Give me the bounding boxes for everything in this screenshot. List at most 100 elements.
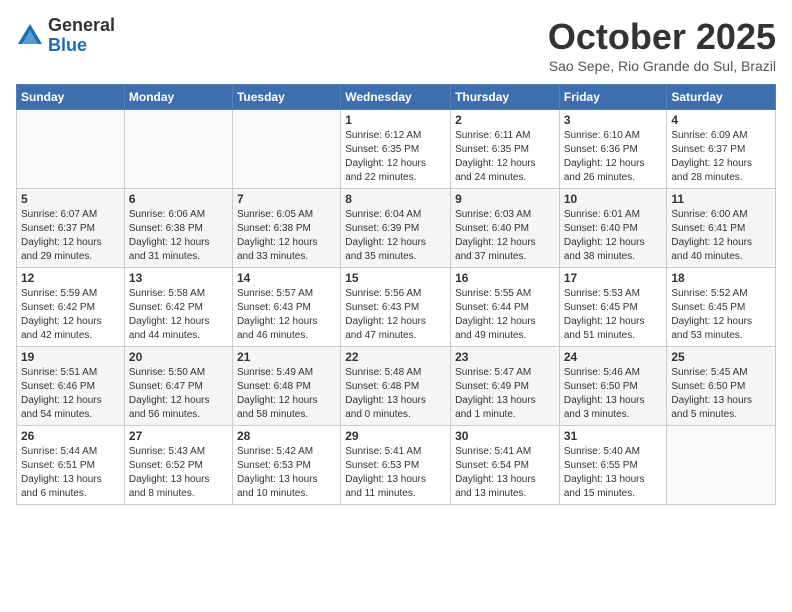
calendar-cell: 6 Sunrise: 6:06 AMSunset: 6:38 PMDaylight…	[124, 189, 232, 268]
calendar-cell: 24Sunrise: 5:46 AMSunset: 6:50 PMDayligh…	[559, 347, 667, 426]
calendar-cell: 10Sunrise: 6:01 AMSunset: 6:40 PMDayligh…	[559, 189, 667, 268]
calendar-table: SundayMondayTuesdayWednesdayThursdayFrid…	[16, 84, 776, 505]
page-header: General Blue October 2025 Sao Sepe, Rio …	[16, 16, 776, 74]
day-number: 6	[129, 192, 228, 206]
weekday-header: Saturday	[667, 85, 776, 110]
day-number: 21	[237, 350, 336, 364]
cell-content: Sunrise: 6:04 AMSunset: 6:39 PMDaylight:…	[345, 208, 446, 264]
day-number: 11	[671, 192, 771, 206]
day-number: 18	[671, 271, 771, 285]
day-number: 26	[21, 429, 120, 443]
logo: General Blue	[16, 16, 115, 56]
day-number: 12	[21, 271, 120, 285]
calendar-cell: 12Sunrise: 5:59 AMSunset: 6:42 PMDayligh…	[17, 268, 125, 347]
calendar-cell: 30Sunrise: 5:41 AMSunset: 6:54 PMDayligh…	[451, 426, 560, 505]
day-number: 28	[237, 429, 336, 443]
cell-content: Sunrise: 5:51 AMSunset: 6:46 PMDaylight:…	[21, 366, 120, 422]
cell-content: Sunrise: 6:03 AMSunset: 6:40 PMDaylight:…	[455, 208, 555, 264]
calendar-cell: 9 Sunrise: 6:03 AMSunset: 6:40 PMDaylight…	[451, 189, 560, 268]
day-number: 27	[129, 429, 228, 443]
logo-text: General Blue	[48, 16, 115, 56]
calendar-cell: 7 Sunrise: 6:05 AMSunset: 6:38 PMDaylight…	[232, 189, 340, 268]
calendar-cell: 5 Sunrise: 6:07 AMSunset: 6:37 PMDaylight…	[17, 189, 125, 268]
calendar-cell: 22 Sunrise: 5:48 AMSunset: 6:48 PMDayligh…	[341, 347, 451, 426]
calendar-cell: 2 Sunrise: 6:11 AMSunset: 6:35 PMDaylight…	[451, 110, 560, 189]
cell-content: Sunrise: 5:40 AMSunset: 6:55 PMDaylight:…	[564, 445, 663, 501]
weekday-header: Monday	[124, 85, 232, 110]
day-number: 13	[129, 271, 228, 285]
weekday-header: Tuesday	[232, 85, 340, 110]
calendar-cell: 17 Sunrise: 5:53 AMSunset: 6:45 PMDayligh…	[559, 268, 667, 347]
cell-content: Sunrise: 5:52 AMSunset: 6:45 PMDaylight:…	[671, 287, 771, 343]
location: Sao Sepe, Rio Grande do Sul, Brazil	[548, 58, 776, 74]
cell-content: Sunrise: 5:49 AMSunset: 6:48 PMDaylight:…	[237, 366, 336, 422]
cell-content: Sunrise: 5:56 AMSunset: 6:43 PMDaylight:…	[345, 287, 446, 343]
calendar-cell: 29 Sunrise: 5:41 AMSunset: 6:53 PMDayligh…	[341, 426, 451, 505]
cell-content: Sunrise: 5:53 AMSunset: 6:45 PMDaylight:…	[564, 287, 663, 343]
cell-content: Sunrise: 6:07 AMSunset: 6:37 PMDaylight:…	[21, 208, 120, 264]
calendar-cell	[124, 110, 232, 189]
cell-content: Sunrise: 5:41 AMSunset: 6:53 PMDaylight:…	[345, 445, 446, 501]
calendar-cell: 18 Sunrise: 5:52 AMSunset: 6:45 PMDayligh…	[667, 268, 776, 347]
calendar-cell: 13 Sunrise: 5:58 AMSunset: 6:42 PMDayligh…	[124, 268, 232, 347]
calendar-cell: 19Sunrise: 5:51 AMSunset: 6:46 PMDayligh…	[17, 347, 125, 426]
logo-general: General	[48, 16, 115, 36]
title-area: October 2025 Sao Sepe, Rio Grande do Sul…	[548, 16, 776, 74]
cell-content: Sunrise: 5:55 AMSunset: 6:44 PMDaylight:…	[455, 287, 555, 343]
calendar-cell: 11Sunrise: 6:00 AMSunset: 6:41 PMDayligh…	[667, 189, 776, 268]
cell-content: Sunrise: 6:10 AMSunset: 6:36 PMDaylight:…	[564, 129, 663, 185]
calendar-cell: 1Sunrise: 6:12 AMSunset: 6:35 PMDaylight…	[341, 110, 451, 189]
calendar-cell: 28 Sunrise: 5:42 AMSunset: 6:53 PMDayligh…	[232, 426, 340, 505]
weekday-header: Thursday	[451, 85, 560, 110]
day-number: 10	[564, 192, 663, 206]
weekday-header: Sunday	[17, 85, 125, 110]
day-number: 22	[345, 350, 446, 364]
calendar-cell: 8 Sunrise: 6:04 AMSunset: 6:39 PMDaylight…	[341, 189, 451, 268]
cell-content: Sunrise: 5:48 AMSunset: 6:48 PMDaylight:…	[345, 366, 446, 422]
day-number: 8	[345, 192, 446, 206]
calendar-cell: 25Sunrise: 5:45 AMSunset: 6:50 PMDayligh…	[667, 347, 776, 426]
day-number: 4	[671, 113, 771, 127]
day-number: 15	[345, 271, 446, 285]
cell-content: Sunrise: 5:44 AMSunset: 6:51 PMDaylight:…	[21, 445, 120, 501]
calendar-cell: 4Sunrise: 6:09 AMSunset: 6:37 PMDaylight…	[667, 110, 776, 189]
day-number: 29	[345, 429, 446, 443]
cell-content: Sunrise: 5:47 AMSunset: 6:49 PMDaylight:…	[455, 366, 555, 422]
weekday-header: Wednesday	[341, 85, 451, 110]
day-number: 25	[671, 350, 771, 364]
day-number: 20	[129, 350, 228, 364]
calendar-cell: 3 Sunrise: 6:10 AMSunset: 6:36 PMDaylight…	[559, 110, 667, 189]
cell-content: Sunrise: 5:42 AMSunset: 6:53 PMDaylight:…	[237, 445, 336, 501]
logo-blue: Blue	[48, 36, 115, 56]
cell-content: Sunrise: 6:12 AMSunset: 6:35 PMDaylight:…	[345, 129, 446, 185]
cell-content: Sunrise: 5:50 AMSunset: 6:47 PMDaylight:…	[129, 366, 228, 422]
calendar-cell: 14Sunrise: 5:57 AMSunset: 6:43 PMDayligh…	[232, 268, 340, 347]
month-title: October 2025	[548, 16, 776, 58]
cell-content: Sunrise: 5:58 AMSunset: 6:42 PMDaylight:…	[129, 287, 228, 343]
calendar-cell: 27 Sunrise: 5:43 AMSunset: 6:52 PMDayligh…	[124, 426, 232, 505]
day-number: 7	[237, 192, 336, 206]
calendar-cell	[17, 110, 125, 189]
calendar-week-row: 5 Sunrise: 6:07 AMSunset: 6:37 PMDaylight…	[17, 189, 776, 268]
cell-content: Sunrise: 5:43 AMSunset: 6:52 PMDaylight:…	[129, 445, 228, 501]
weekday-header-row: SundayMondayTuesdayWednesdayThursdayFrid…	[17, 85, 776, 110]
day-number: 16	[455, 271, 555, 285]
calendar-week-row: 12Sunrise: 5:59 AMSunset: 6:42 PMDayligh…	[17, 268, 776, 347]
day-number: 17	[564, 271, 663, 285]
calendar-cell: 15 Sunrise: 5:56 AMSunset: 6:43 PMDayligh…	[341, 268, 451, 347]
calendar-week-row: 19Sunrise: 5:51 AMSunset: 6:46 PMDayligh…	[17, 347, 776, 426]
day-number: 9	[455, 192, 555, 206]
cell-content: Sunrise: 5:46 AMSunset: 6:50 PMDaylight:…	[564, 366, 663, 422]
calendar-cell: 20 Sunrise: 5:50 AMSunset: 6:47 PMDayligh…	[124, 347, 232, 426]
day-number: 23	[455, 350, 555, 364]
calendar-week-row: 26 Sunrise: 5:44 AMSunset: 6:51 PMDayligh…	[17, 426, 776, 505]
day-number: 5	[21, 192, 120, 206]
calendar-cell: 23 Sunrise: 5:47 AMSunset: 6:49 PMDayligh…	[451, 347, 560, 426]
cell-content: Sunrise: 6:11 AMSunset: 6:35 PMDaylight:…	[455, 129, 555, 185]
calendar-week-row: 1Sunrise: 6:12 AMSunset: 6:35 PMDaylight…	[17, 110, 776, 189]
day-number: 3	[564, 113, 663, 127]
day-number: 30	[455, 429, 555, 443]
cell-content: Sunrise: 6:05 AMSunset: 6:38 PMDaylight:…	[237, 208, 336, 264]
day-number: 2	[455, 113, 555, 127]
cell-content: Sunrise: 6:06 AMSunset: 6:38 PMDaylight:…	[129, 208, 228, 264]
